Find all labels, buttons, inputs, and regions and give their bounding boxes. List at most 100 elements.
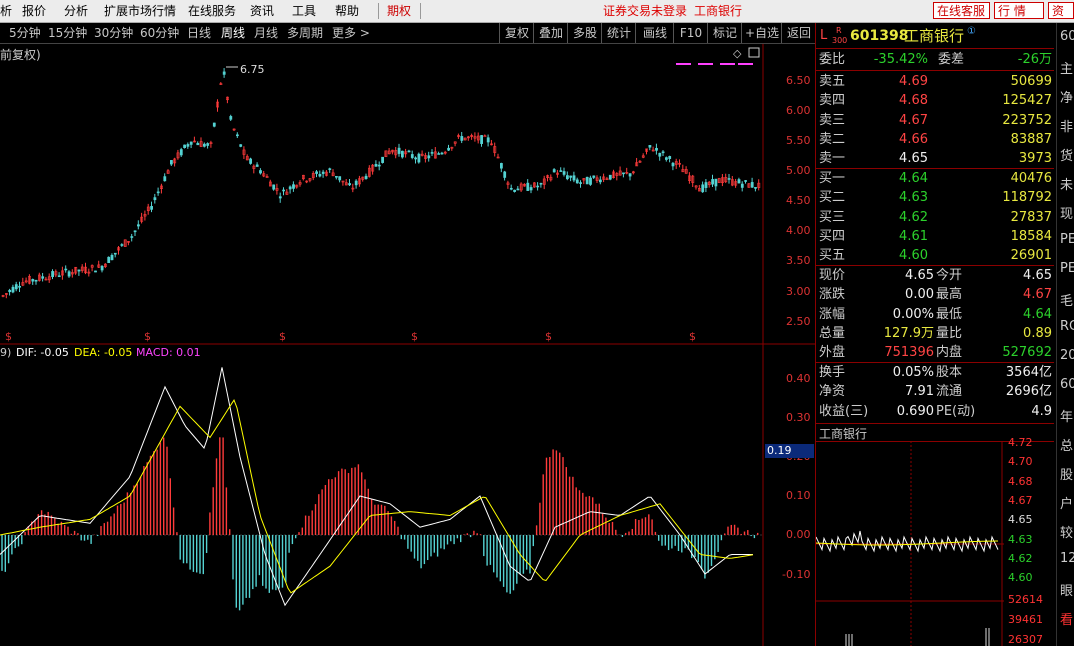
dividend-marker[interactable]: $ (279, 330, 286, 343)
dividend-marker[interactable]: $ (411, 330, 418, 343)
stat-label: 最高 (936, 287, 963, 303)
tool-adjust[interactable]: 复权 (499, 23, 534, 43)
adjust-mode-label: 前复权) (0, 48, 41, 62)
kline-chart-svg[interactable]: ◇ (0, 44, 815, 646)
period-weekly[interactable]: 周线 (221, 23, 245, 43)
tool-stats[interactable]: 统计 (601, 23, 636, 43)
stat-value: 0.690 (896, 403, 934, 419)
quote-header: L R 300 601398 工商银行 ① (816, 25, 1054, 47)
menu-item-help[interactable]: 帮助 (335, 0, 359, 22)
fundamental-row: 换手 0.05% 股本 3564亿 (816, 363, 1054, 382)
period-toolbar: 5分钟 15分钟 30分钟 60分钟 日线 周线 月线 多周期 更多 > 复权 … (0, 23, 815, 44)
candle-body (750, 182, 754, 188)
candle-body (407, 150, 411, 153)
tool-draw[interactable]: 画线 (635, 23, 674, 43)
row-price: 4.64 (899, 171, 928, 186)
macd-axis-tick: -0.10 (782, 568, 811, 581)
row-volume: 223752 (1002, 112, 1052, 128)
candle-body (18, 285, 22, 288)
candle-body (321, 171, 325, 174)
tool-mark[interactable]: 标记 (707, 23, 742, 43)
bid-level-4[interactable]: 买四 4.61 18584 (816, 227, 1054, 246)
dividend-marker[interactable]: $ (689, 330, 696, 343)
dividend-marker[interactable]: $ (144, 330, 151, 343)
stat-value: 7.91 (905, 384, 934, 400)
candle-body (377, 164, 381, 167)
menu-item-quotes[interactable]: 报价 (22, 0, 46, 22)
tool-overlay[interactable]: 叠加 (533, 23, 568, 43)
period-more[interactable]: 更多 > (332, 23, 370, 43)
period-multi[interactable]: 多周期 (287, 23, 323, 43)
far-right-text: 20 (1060, 348, 1074, 363)
menu-item-extended-market[interactable]: 扩展市场行情 (104, 0, 176, 22)
intraday-mini-chart[interactable] (816, 441, 1004, 646)
divider (816, 362, 1054, 363)
account-button[interactable]: 资 (1048, 2, 1074, 19)
candle-body (622, 172, 625, 175)
menu-item-analysis[interactable]: 分析 (64, 0, 88, 22)
stat-label: 最低 (936, 306, 963, 322)
candle-body (374, 164, 378, 167)
tool-multi-stock[interactable]: 多股 (567, 23, 602, 43)
candle-body (509, 187, 513, 190)
period-5min[interactable]: 5分钟 (9, 23, 41, 43)
stat-row: 涨幅 0.00% 最低 4.64 (816, 305, 1054, 324)
bid-level-1[interactable]: 买一 4.64 40476 (816, 169, 1054, 188)
macd-histogram (1, 437, 759, 611)
menu-divider (378, 3, 379, 19)
far-right-text: 现 (1060, 207, 1074, 222)
online-support-button[interactable]: 在线客服 (933, 2, 990, 19)
period-daily[interactable]: 日线 (187, 23, 211, 43)
candle-body (156, 191, 160, 194)
period-60min[interactable]: 60分钟 (140, 23, 179, 43)
stat-label: 今开 (936, 268, 963, 283)
tool-back[interactable]: 返回 (781, 23, 816, 43)
candle-body (516, 188, 520, 191)
kline-chart-area[interactable]: ◇ 前复权) 6.75 6.50 6.00 5.50 5.00 4.50 4.0… (0, 44, 815, 646)
row-price: 4.67 (899, 112, 928, 128)
row-label: 卖三 (819, 112, 846, 128)
menu-item-partial[interactable]: 析 (0, 0, 12, 22)
bid-level-3[interactable]: 买三 4.62 27837 (816, 208, 1054, 227)
far-right-text: 较 (1060, 526, 1074, 541)
candle-body (648, 145, 652, 148)
top-menu-bar: 析 报价 分析 扩展市场行情 在线服务 资讯 工具 帮助 期权 证券交易未登录 … (0, 0, 1074, 23)
tool-f10[interactable]: F10 (673, 23, 708, 43)
bid-level-2[interactable]: 买二 4.63 118792 (816, 188, 1054, 207)
candle-body (562, 171, 566, 175)
mini-price-tick: 4.70 (1008, 455, 1033, 469)
period-15min[interactable]: 15分钟 (48, 23, 87, 43)
stat-row: 外盘 751396 内盘 527692 (816, 343, 1054, 362)
stat-label: 内盘 (936, 345, 963, 361)
ask-level-3[interactable]: 卖三 4.67 223752 (816, 111, 1054, 130)
candle-body (315, 171, 319, 174)
bid-level-5[interactable]: 买五 4.60 26901 (816, 246, 1054, 265)
quote-panel: L R 300 601398 工商银行 ① 委比 -35.42% 委差 -26万… (815, 23, 1056, 646)
ask-level-1[interactable]: 卖一 4.65 3973 (816, 149, 1054, 168)
market-button[interactable]: 行 情 (994, 2, 1044, 19)
menu-item-tools[interactable]: 工具 (292, 0, 316, 22)
candle-body (671, 162, 675, 167)
price-axis-tick: 6.00 (786, 104, 811, 117)
candle-body (714, 178, 718, 187)
dividend-marker[interactable]: $ (545, 330, 552, 343)
stat-label: 涨跌 (819, 287, 846, 303)
mini-volume-tick: 39461 (1008, 613, 1043, 626)
candle-body (661, 151, 665, 154)
menu-item-online-service[interactable]: 在线服务 (188, 0, 236, 22)
stat-value: 0.00 (905, 287, 934, 303)
stat-label: 外盘 (819, 345, 846, 361)
period-monthly[interactable]: 月线 (254, 23, 278, 43)
period-30min[interactable]: 30分钟 (94, 23, 133, 43)
info-icon[interactable]: ① (967, 21, 976, 43)
candle-body (569, 175, 573, 178)
tool-add-watchlist[interactable]: +自选 (741, 23, 782, 43)
dividend-marker[interactable]: $ (5, 330, 12, 343)
ask-level-5[interactable]: 卖五 4.69 50699 (816, 72, 1054, 91)
ask-level-4[interactable]: 卖四 4.68 125427 (816, 91, 1054, 110)
ask-level-2[interactable]: 卖二 4.66 83887 (816, 130, 1054, 149)
menu-item-options[interactable]: 期权 (387, 0, 411, 22)
row-price: 4.66 (899, 131, 928, 147)
menu-item-news[interactable]: 资讯 (250, 0, 274, 22)
candle-body (249, 158, 253, 164)
